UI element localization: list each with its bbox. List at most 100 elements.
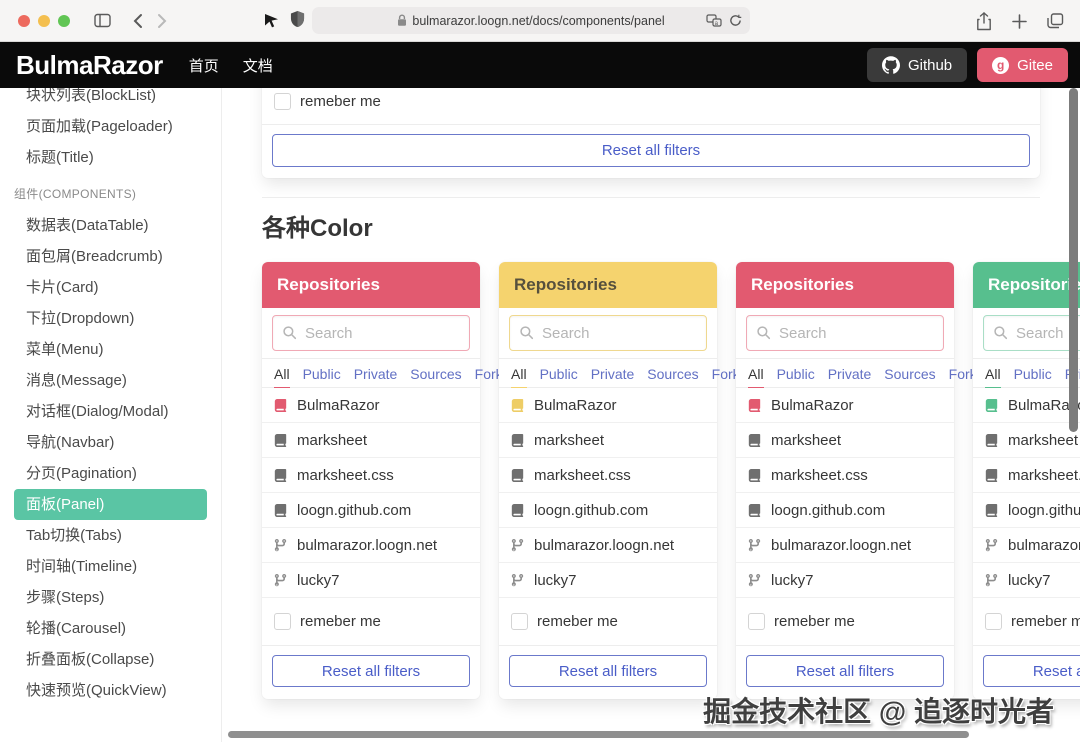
remember-me-row[interactable]: remeber me [262,598,480,646]
panel-tab[interactable]: Sources [884,366,935,387]
panel-item[interactable]: marksheet.css [499,458,717,493]
panel-tab[interactable]: Public [303,366,341,387]
address-bar[interactable]: bulmarazor.loogn.net/docs/components/pan… [312,7,750,34]
translate-icon[interactable]: a [706,14,722,27]
panel-item[interactable]: marksheet [262,423,480,458]
panel-tab[interactable]: All [511,366,527,388]
panel-item[interactable]: lucky7 [973,563,1080,598]
reset-filters-button[interactable]: Reset all filters [272,655,470,687]
sidebar-item[interactable]: 卡片(Card) [0,272,221,303]
search-input[interactable] [272,315,470,351]
checkbox[interactable] [748,613,765,630]
panel-item[interactable]: bulmarazor.loogn.net [262,528,480,563]
tab-overview-icon[interactable] [1047,13,1064,29]
panel-item[interactable]: marksheet [736,423,954,458]
panel-tab[interactable]: Private [591,366,635,387]
panel-tab[interactable]: All [985,366,1001,388]
panel-item[interactable]: loogn.github.com [499,493,717,528]
cursor-icon [262,11,280,29]
vertical-scrollbar-thumb[interactable] [1069,88,1078,432]
forward-icon[interactable] [157,13,167,29]
panel-item[interactable]: marksheet [973,423,1080,458]
reset-filters-button[interactable]: Reset all filters [272,134,1030,167]
panel-item[interactable]: loogn.github.com [262,493,480,528]
checkbox[interactable] [985,613,1002,630]
panel-item[interactable]: bulmarazor.loogn.net [499,528,717,563]
panel-item[interactable]: marksheet.css [973,458,1080,493]
panel-item[interactable]: loogn.github.com [736,493,954,528]
zoom-window-button[interactable] [58,14,70,27]
reset-filters-button[interactable]: Reset all filters [746,655,944,687]
panel-tab[interactable]: Public [540,366,578,387]
close-window-button[interactable] [18,14,30,27]
new-tab-icon[interactable] [1012,13,1027,29]
search-input[interactable] [509,315,707,351]
sidebar-item[interactable]: 对话框(Dialog/Modal) [0,396,221,427]
panel-item[interactable]: marksheet.css [736,458,954,493]
panel-item[interactable]: lucky7 [736,563,954,598]
sidebar-item[interactable]: 分页(Pagination) [0,458,221,489]
book-icon [274,434,297,447]
sidebar-toggle-icon[interactable] [94,13,111,28]
gitee-button[interactable]: g Gitee [977,48,1068,82]
panel-item[interactable]: bulmarazor.loogn.net [973,528,1080,563]
sidebar-item[interactable]: 下拉(Dropdown) [0,303,221,334]
gitee-icon: g [992,56,1010,74]
nav-link-home[interactable]: 首页 [189,55,219,76]
panel-item[interactable]: lucky7 [262,563,480,598]
panel-tab[interactable]: Public [1014,366,1052,387]
panel-tab[interactable]: Sources [410,366,461,387]
sidebar-item[interactable]: 快速预览(QuickView) [0,675,221,706]
remember-me-row[interactable]: remeber me [262,88,1040,125]
panel-item[interactable]: bulmarazor.loogn.net [736,528,954,563]
panel-item[interactable]: loogn.github.com [973,493,1080,528]
panel-tab[interactable]: All [274,366,290,388]
minimize-window-button[interactable] [38,14,50,27]
shield-icon[interactable] [290,10,305,28]
sidebar-item[interactable]: 面包屑(Breadcrumb) [0,241,221,272]
horizontal-scrollbar-thumb[interactable] [228,731,969,738]
share-icon[interactable] [976,11,992,31]
panel-item[interactable]: lucky7 [499,563,717,598]
sidebar-item-active[interactable]: 面板(Panel) [14,489,207,520]
panel-tab[interactable]: Private [354,366,398,387]
book-icon [748,434,771,447]
sidebar-item[interactable]: 数据表(DataTable) [0,210,221,241]
sidebar-item[interactable]: 消息(Message) [0,365,221,396]
panel-item[interactable]: BulmaRazor [736,388,954,423]
panel-item[interactable]: marksheet.css [262,458,480,493]
panel-tab[interactable]: Public [777,366,815,387]
sidebar-item[interactable]: 块状列表(BlockList) [0,88,221,111]
panel-item[interactable]: marksheet [499,423,717,458]
panel-tab[interactable]: Private [828,366,872,387]
checkbox[interactable] [274,613,291,630]
sidebar-item[interactable]: 时间轴(Timeline) [0,551,221,582]
reload-icon[interactable] [729,14,742,27]
sidebar-item[interactable]: 菜单(Menu) [0,334,221,365]
sidebar-item[interactable]: 页面加载(Pageloader) [0,111,221,142]
panel-item[interactable]: BulmaRazor [973,388,1080,423]
remember-me-row[interactable]: remeber me [973,598,1080,646]
panel-item[interactable]: BulmaRazor [262,388,480,423]
sidebar-item[interactable]: 轮播(Carousel) [0,613,221,644]
sidebar-item[interactable]: 导航(Navbar) [0,427,221,458]
search-input[interactable] [746,315,944,351]
sidebar-item[interactable]: 标题(Title) [0,142,221,173]
remember-me-row[interactable]: remeber me [499,598,717,646]
checkbox[interactable] [274,93,291,110]
back-icon[interactable] [133,13,143,29]
panel-tab[interactable]: Sources [647,366,698,387]
panel-title: Repositories [277,275,380,294]
reset-filters-button[interactable]: Reset all filters [983,655,1080,687]
checkbox[interactable] [511,613,528,630]
panel-tab[interactable]: All [748,366,764,388]
sidebar-item[interactable]: 步骤(Steps) [0,582,221,613]
reset-filters-button[interactable]: Reset all filters [509,655,707,687]
remember-me-row[interactable]: remeber me [736,598,954,646]
nav-link-docs[interactable]: 文档 [243,55,273,76]
panel-item[interactable]: BulmaRazor [499,388,717,423]
sidebar-item[interactable]: Tab切换(Tabs) [0,520,221,551]
github-button[interactable]: Github [866,48,968,82]
sidebar-item[interactable]: 折叠面板(Collapse) [0,644,221,675]
brand-logo[interactable]: BulmaRazor [16,50,163,81]
